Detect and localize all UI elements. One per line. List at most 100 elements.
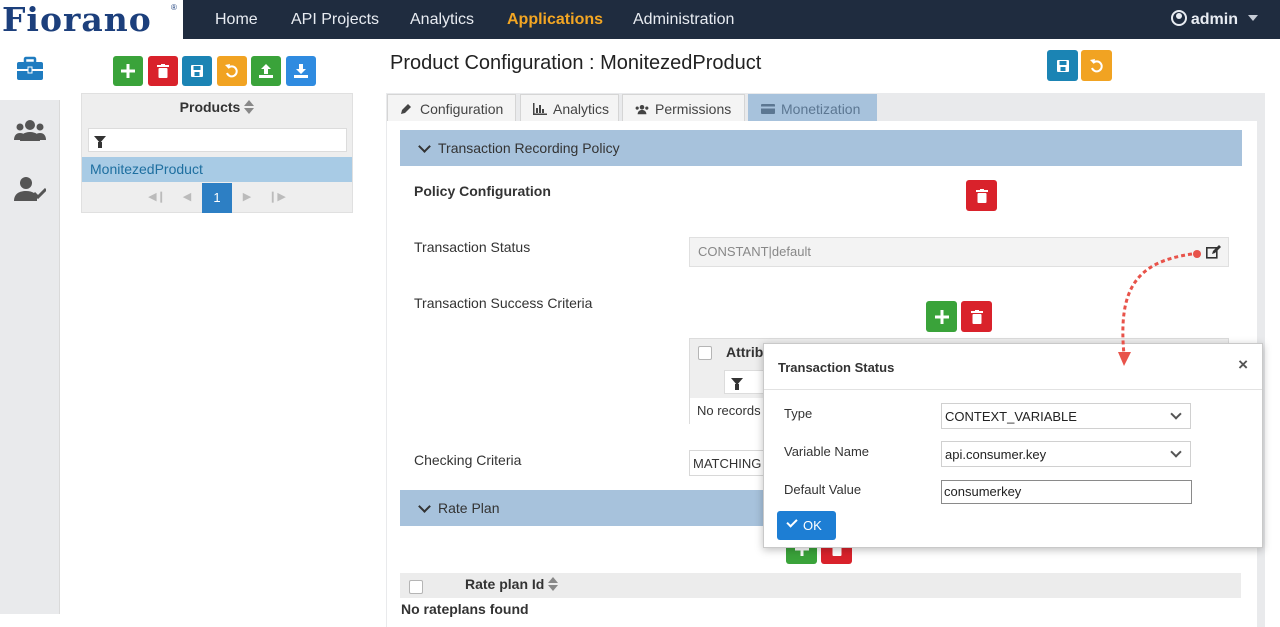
transaction-status-field: CONSTANT|default [689,237,1229,267]
rate-plan-section-header[interactable]: Rate Plan [400,490,800,526]
product-row-label: MonitezedProduct [90,161,203,177]
products-grid: Products MonitezedProduct ◀❙ ◀ 1 ▶ ❙▶ [81,93,353,213]
product-row[interactable]: MonitezedProduct [82,157,352,182]
delete-product-button[interactable] [148,56,178,86]
credit-card-icon [761,104,775,114]
type-value: CONTEXT_VARIABLE [945,409,1077,424]
trash-icon [970,309,983,324]
ok-label: OK [803,518,822,533]
transaction-status-dialog: Transaction Status × Type CONTEXT_VARIAB… [763,343,1263,548]
top-navbar: Fiorano ® Home API Projects Analytics Ap… [0,0,1280,39]
upload-product-button[interactable] [251,56,281,86]
user-check-icon[interactable] [14,173,46,205]
type-label: Type [784,406,813,421]
chevron-down-icon [1170,446,1182,458]
no-rateplans-text: No rateplans found [401,601,529,617]
transaction-status-label: Transaction Status [414,239,531,255]
user-circle-icon [1170,10,1187,26]
save-config-button[interactable] [1047,50,1078,81]
transaction-recording-section-header[interactable]: Transaction Recording Policy [400,130,1242,166]
rate-plan-select-all-checkbox[interactable] [409,580,423,594]
floppy-icon [191,65,203,77]
default-value-text: consumerkey [944,484,1022,499]
download-icon [294,64,308,78]
refresh-icon [1089,58,1103,72]
pager-prev-icon[interactable]: ◀ [172,183,202,211]
check-icon [786,516,798,528]
sort-icon[interactable] [244,100,255,114]
variable-name-label: Variable Name [784,444,870,459]
pager-first-icon[interactable]: ◀❙ [142,183,172,211]
pager-current-page[interactable]: 1 [202,183,232,213]
refresh-products-button[interactable] [217,56,247,86]
attribute-column-header[interactable]: Attrib [726,344,763,360]
default-value-input[interactable]: consumerkey [941,480,1192,504]
caret-down-icon [1248,15,1258,21]
checking-criteria-label: Checking Criteria [414,452,522,468]
rate-plan-id-label: Rate plan Id [465,576,545,592]
plus-icon [934,309,949,324]
close-icon[interactable]: × [1238,355,1248,375]
tab-monetization[interactable]: Monetization [748,94,877,122]
chevron-down-icon [418,500,431,513]
dialog-title: Transaction Status [778,360,895,375]
tab-permissions-label: Permissions [655,101,732,117]
pager-next-icon[interactable]: ▶ [232,183,262,211]
chevron-down-icon [418,140,431,153]
tab-configuration-label: Configuration [420,101,504,117]
briefcase-icon[interactable] [14,53,46,85]
rate-plan-id-column[interactable]: Rate plan Id [465,576,559,592]
download-product-button[interactable] [286,56,316,86]
products-header-label: Products [179,99,241,115]
reset-config-button[interactable] [1081,50,1112,81]
variable-name-value: api.consumer.key [945,447,1047,462]
pager-last-icon[interactable]: ❙▶ [262,183,292,211]
nav-applications[interactable]: Applications [507,0,603,39]
delete-criteria-button[interactable] [961,301,992,332]
upload-icon [259,64,273,78]
products-filter-input[interactable] [88,128,347,152]
nav-analytics[interactable]: Analytics [410,0,474,39]
ok-button[interactable]: OK [777,511,836,540]
filter-icon [94,136,106,148]
variable-name-select[interactable]: api.consumer.key [941,441,1191,467]
logo-text: Fiorano [2,0,152,39]
nav-home[interactable]: Home [215,0,258,39]
users-icon[interactable] [14,114,46,146]
users-icon [635,104,649,115]
delete-policy-button[interactable] [966,180,997,211]
fiorano-logo[interactable]: Fiorano ® [0,0,183,39]
tab-permissions[interactable]: Permissions [622,94,745,122]
left-rail [0,39,60,614]
chevron-down-icon [1170,408,1182,420]
checking-criteria-select[interactable]: MATCHING [689,450,769,476]
dialog-divider [764,389,1262,390]
bar-chart-icon [533,103,547,115]
default-value-label: Default Value [784,482,862,497]
logo-trademark: ® [171,3,177,12]
trash-icon [975,188,988,203]
type-select[interactable]: CONTEXT_VARIABLE [941,403,1191,429]
policy-configuration-label: Policy Configuration [414,183,551,199]
page-title: Product Configuration : MonitezedProduct [390,52,762,74]
filter-icon [731,378,743,390]
sort-icon[interactable] [548,577,559,591]
refresh-icon [225,64,238,78]
trash-icon [157,64,169,78]
transaction-status-value: CONSTANT|default [698,244,811,259]
edit-icon[interactable] [1206,245,1221,259]
add-product-button[interactable] [113,56,143,86]
tab-analytics[interactable]: Analytics [520,94,619,122]
user-name: admin [1190,11,1238,28]
nav-administration[interactable]: Administration [633,0,734,39]
plus-icon [121,64,135,78]
user-menu[interactable]: admin [1170,0,1258,39]
nav-api-projects[interactable]: API Projects [291,0,379,39]
add-criteria-button[interactable] [926,301,957,332]
select-all-checkbox[interactable] [698,346,712,360]
tab-monetization-label: Monetization [781,101,861,117]
rate-plan-title: Rate Plan [438,500,500,516]
tab-configuration[interactable]: Configuration [387,94,516,122]
products-header[interactable]: Products [82,94,352,122]
save-product-button[interactable] [182,56,212,86]
